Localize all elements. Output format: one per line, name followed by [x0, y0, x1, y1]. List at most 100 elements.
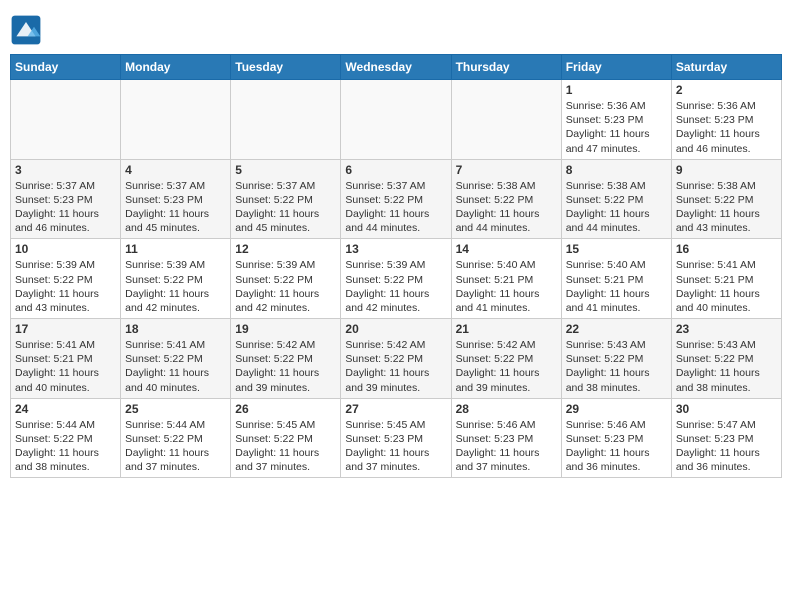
day-number: 17 [15, 322, 116, 336]
calendar-cell: 3 Sunrise: 5:37 AM Sunset: 5:23 PM Daylig… [11, 159, 121, 239]
calendar-cell: 15 Sunrise: 5:40 AM Sunset: 5:21 PM Dayli… [561, 239, 671, 319]
day-number: 21 [456, 322, 557, 336]
day-number: 7 [456, 163, 557, 177]
day-header-thursday: Thursday [451, 55, 561, 80]
day-number: 18 [125, 322, 226, 336]
day-header-monday: Monday [121, 55, 231, 80]
calendar-cell [231, 80, 341, 160]
day-header-friday: Friday [561, 55, 671, 80]
day-number: 27 [345, 402, 446, 416]
day-number: 3 [15, 163, 116, 177]
day-info: Sunrise: 5:39 AM Sunset: 5:22 PM Dayligh… [15, 258, 116, 315]
calendar-cell: 25 Sunrise: 5:44 AM Sunset: 5:22 PM Dayli… [121, 398, 231, 478]
calendar-cell: 21Sunrise: 5:42 AM Sunset: 5:22 PM Dayli… [451, 319, 561, 399]
day-number: 30 [676, 402, 777, 416]
day-info: Sunrise: 5:38 AM Sunset: 5:22 PM Dayligh… [566, 179, 667, 236]
day-info: Sunrise: 5:39 AM Sunset: 5:22 PM Dayligh… [235, 258, 336, 315]
calendar-week-4: 17 Sunrise: 5:41 AM Sunset: 5:21 PM Dayli… [11, 319, 782, 399]
day-info: Sunrise: 5:39 AM Sunset: 5:22 PM Dayligh… [125, 258, 226, 315]
calendar-cell: 24 Sunrise: 5:44 AM Sunset: 5:22 PM Dayli… [11, 398, 121, 478]
day-number: 29 [566, 402, 667, 416]
calendar-week-1: 1 Sunrise: 5:36 AM Sunset: 5:23 PM Daylig… [11, 80, 782, 160]
calendar-cell: 22 Sunrise: 5:43 AM Sunset: 5:22 PM Dayli… [561, 319, 671, 399]
day-number: 6 [345, 163, 446, 177]
day-header-sunday: Sunday [11, 55, 121, 80]
day-number: 28 [456, 402, 557, 416]
day-number: 20 [345, 322, 446, 336]
calendar-cell: 9Sunrise: 5:38 AM Sunset: 5:22 PM Daylig… [671, 159, 781, 239]
day-number: 8 [566, 163, 667, 177]
day-info: Sunrise: 5:40 AM Sunset: 5:21 PM Dayligh… [456, 258, 557, 315]
logo [10, 14, 46, 46]
day-number: 14 [456, 242, 557, 256]
calendar-cell: 23 Sunrise: 5:43 AM Sunset: 5:22 PM Dayli… [671, 319, 781, 399]
calendar-cell [341, 80, 451, 160]
calendar-cell [11, 80, 121, 160]
calendar-header-row: SundayMondayTuesdayWednesdayThursdayFrid… [11, 55, 782, 80]
calendar-cell: 30 Sunrise: 5:47 AM Sunset: 5:23 PM Dayli… [671, 398, 781, 478]
calendar-cell: 2 Sunrise: 5:36 AM Sunset: 5:23 PM Daylig… [671, 80, 781, 160]
day-number: 13 [345, 242, 446, 256]
day-info: Sunrise: 5:37 AM Sunset: 5:22 PM Dayligh… [345, 179, 446, 236]
day-number: 16 [676, 242, 777, 256]
day-info: Sunrise: 5:45 AM Sunset: 5:23 PM Dayligh… [345, 418, 446, 475]
day-number: 23 [676, 322, 777, 336]
day-info: Sunrise: 5:37 AM Sunset: 5:22 PM Dayligh… [235, 179, 336, 236]
day-info: Sunrise: 5:47 AM Sunset: 5:23 PM Dayligh… [676, 418, 777, 475]
day-info: Sunrise: 5:44 AM Sunset: 5:22 PM Dayligh… [125, 418, 226, 475]
day-number: 19 [235, 322, 336, 336]
day-info: Sunrise: 5:40 AM Sunset: 5:21 PM Dayligh… [566, 258, 667, 315]
calendar-cell: 20Sunrise: 5:42 AM Sunset: 5:22 PM Dayli… [341, 319, 451, 399]
calendar-cell: 13 Sunrise: 5:39 AM Sunset: 5:22 PM Dayli… [341, 239, 451, 319]
day-info: Sunrise: 5:44 AM Sunset: 5:22 PM Dayligh… [15, 418, 116, 475]
calendar-cell: 4Sunrise: 5:37 AM Sunset: 5:23 PM Daylig… [121, 159, 231, 239]
calendar-cell: 19 Sunrise: 5:42 AM Sunset: 5:22 PM Dayli… [231, 319, 341, 399]
day-info: Sunrise: 5:43 AM Sunset: 5:22 PM Dayligh… [676, 338, 777, 395]
day-info: Sunrise: 5:43 AM Sunset: 5:22 PM Dayligh… [566, 338, 667, 395]
day-info: Sunrise: 5:46 AM Sunset: 5:23 PM Dayligh… [566, 418, 667, 475]
day-number: 4 [125, 163, 226, 177]
day-number: 9 [676, 163, 777, 177]
day-info: Sunrise: 5:41 AM Sunset: 5:22 PM Dayligh… [125, 338, 226, 395]
day-number: 15 [566, 242, 667, 256]
day-number: 25 [125, 402, 226, 416]
day-info: Sunrise: 5:39 AM Sunset: 5:22 PM Dayligh… [345, 258, 446, 315]
calendar-cell: 10 Sunrise: 5:39 AM Sunset: 5:22 PM Dayli… [11, 239, 121, 319]
calendar-week-2: 3 Sunrise: 5:37 AM Sunset: 5:23 PM Daylig… [11, 159, 782, 239]
calendar-week-3: 10 Sunrise: 5:39 AM Sunset: 5:22 PM Dayli… [11, 239, 782, 319]
day-info: Sunrise: 5:36 AM Sunset: 5:23 PM Dayligh… [676, 99, 777, 156]
calendar-cell: 6 Sunrise: 5:37 AM Sunset: 5:22 PM Daylig… [341, 159, 451, 239]
day-number: 24 [15, 402, 116, 416]
day-info: Sunrise: 5:46 AM Sunset: 5:23 PM Dayligh… [456, 418, 557, 475]
day-number: 5 [235, 163, 336, 177]
day-info: Sunrise: 5:45 AM Sunset: 5:22 PM Dayligh… [235, 418, 336, 475]
calendar-cell: 28 Sunrise: 5:46 AM Sunset: 5:23 PM Dayli… [451, 398, 561, 478]
calendar-cell: 29 Sunrise: 5:46 AM Sunset: 5:23 PM Dayli… [561, 398, 671, 478]
calendar-cell: 16 Sunrise: 5:41 AM Sunset: 5:21 PM Dayli… [671, 239, 781, 319]
day-number: 10 [15, 242, 116, 256]
calendar-cell: 18 Sunrise: 5:41 AM Sunset: 5:22 PM Dayli… [121, 319, 231, 399]
day-number: 26 [235, 402, 336, 416]
day-info: Sunrise: 5:36 AM Sunset: 5:23 PM Dayligh… [566, 99, 667, 156]
day-number: 12 [235, 242, 336, 256]
calendar-cell: 11Sunrise: 5:39 AM Sunset: 5:22 PM Dayli… [121, 239, 231, 319]
day-header-wednesday: Wednesday [341, 55, 451, 80]
day-info: Sunrise: 5:41 AM Sunset: 5:21 PM Dayligh… [15, 338, 116, 395]
calendar-cell: 12 Sunrise: 5:39 AM Sunset: 5:22 PM Dayli… [231, 239, 341, 319]
calendar-cell: 5 Sunrise: 5:37 AM Sunset: 5:22 PM Daylig… [231, 159, 341, 239]
day-info: Sunrise: 5:41 AM Sunset: 5:21 PM Dayligh… [676, 258, 777, 315]
logo-icon [10, 14, 42, 46]
day-number: 1 [566, 83, 667, 97]
day-number: 22 [566, 322, 667, 336]
calendar-cell [451, 80, 561, 160]
calendar-cell: 27 Sunrise: 5:45 AM Sunset: 5:23 PM Dayli… [341, 398, 451, 478]
calendar-cell: 8 Sunrise: 5:38 AM Sunset: 5:22 PM Daylig… [561, 159, 671, 239]
page-header [10, 10, 782, 46]
day-info: Sunrise: 5:37 AM Sunset: 5:23 PM Dayligh… [15, 179, 116, 236]
day-info: Sunrise: 5:38 AM Sunset: 5:22 PM Dayligh… [456, 179, 557, 236]
calendar-cell: 17 Sunrise: 5:41 AM Sunset: 5:21 PM Dayli… [11, 319, 121, 399]
day-header-saturday: Saturday [671, 55, 781, 80]
day-number: 2 [676, 83, 777, 97]
calendar-cell: 26 Sunrise: 5:45 AM Sunset: 5:22 PM Dayli… [231, 398, 341, 478]
day-info: Sunrise: 5:42 AM Sunset: 5:22 PM Dayligh… [235, 338, 336, 395]
